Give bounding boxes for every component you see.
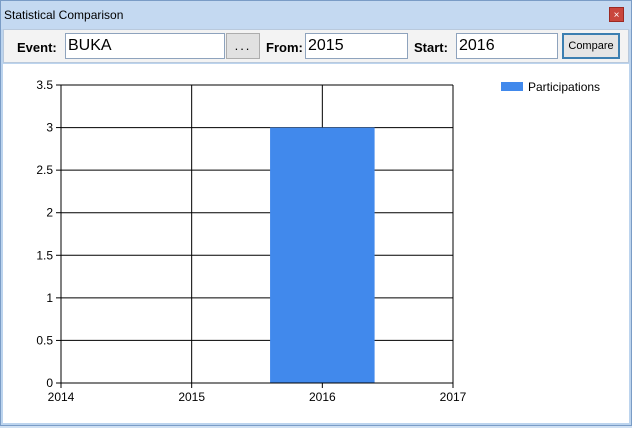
title-bar: Statistical Comparison × [1,1,631,29]
x-tick-label: 2014 [48,390,75,404]
y-tick-label: 0.5 [36,333,53,347]
y-tick-label: 2 [46,206,53,220]
y-tick-label: 3 [46,121,53,135]
start-input[interactable] [456,33,558,59]
legend-swatch [501,82,523,91]
x-tick-label: 2016 [309,390,336,404]
toolbar: Event: ... From: Start: Compare [3,29,629,63]
legend-label: Participations [528,80,600,94]
y-tick-label: 1 [46,291,53,305]
from-label: From: [266,40,303,55]
statistical-comparison-window: Statistical Comparison × Event: ... From… [0,0,632,426]
from-input[interactable] [305,33,408,59]
y-tick-label: 2.5 [36,163,53,177]
start-label: Start: [414,40,448,55]
chart-area: 0 0.5 1 1.5 2 2.5 3 3.5 2014 2015 2016 2017 Particip… [3,64,629,423]
y-tick-label: 3.5 [36,78,53,92]
browse-button[interactable]: ... [226,33,260,59]
compare-button[interactable]: Compare [562,33,620,59]
y-tick-label: 0 [46,376,53,390]
y-tick-label: 1.5 [36,248,53,262]
bar-participations-2016 [270,127,375,383]
x-tick-label: 2017 [440,390,467,404]
event-input[interactable] [65,33,225,59]
window-title: Statistical Comparison [4,8,124,22]
x-tick-label: 2015 [178,390,205,404]
bar-chart: 0 0.5 1 1.5 2 2.5 3 3.5 2014 2015 2016 2017 Particip… [36,78,600,404]
close-icon[interactable]: × [609,7,624,22]
event-label: Event: [17,40,57,55]
